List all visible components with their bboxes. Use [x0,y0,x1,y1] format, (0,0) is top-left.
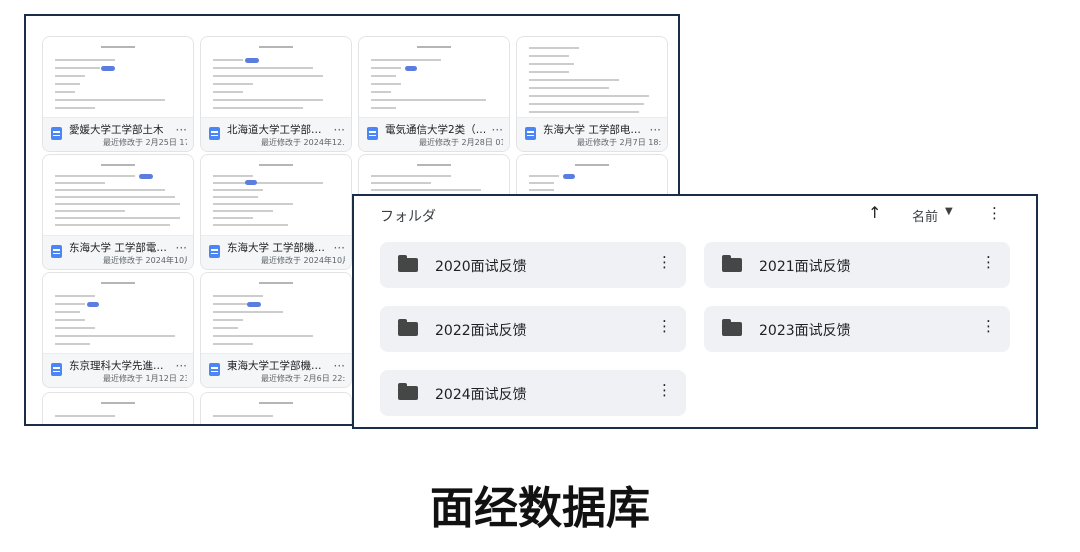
more-vert-icon[interactable]: ⋮ [657,317,672,335]
arrow-up-icon[interactable]: ↑ [868,203,881,222]
doc-preview [201,273,351,353]
doc-name: 东海大学 工学部機械... [227,242,331,254]
folder-name: 2021面试反馈 [759,259,851,275]
folder-icon [398,319,418,336]
more-vert-icon[interactable]: ··· [334,242,345,254]
doc-icon [51,363,62,376]
doc-modified: 最近修改于 2月25日 17... [69,137,187,148]
doc-card[interactable]: 东海大学 工学部機械... 最近修改于 2024年10月6日 ··· [200,154,352,270]
doc-name: 东海大学 工学部电气... [543,124,647,136]
more-vert-icon[interactable]: ⋮ [657,253,672,271]
caret-down-icon[interactable]: ▼ [945,206,953,217]
doc-modified: 最近修改于 2月28日 01... [385,137,503,148]
folder-name: 2024面试反馈 [435,387,527,403]
doc-preview [43,155,193,235]
doc-modified: 最近修改于 2月7日 18:43 [543,137,661,148]
folder-item[interactable]: 2024面试反馈 ⋮ [380,370,686,416]
more-vert-icon[interactable]: ··· [334,360,345,372]
doc-card[interactable] [42,392,194,424]
doc-preview [359,37,509,117]
doc-icon [209,363,220,376]
doc-preview [43,273,193,353]
doc-card[interactable]: 愛媛大学工学部土木 最近修改于 2月25日 17... ··· [42,36,194,152]
more-vert-icon[interactable]: ··· [492,124,503,136]
doc-info: 东京理科大学先進工学... 最近修改于 1月12日 23:... ··· [43,353,193,387]
doc-info: 东海大学 工学部电气... 最近修改于 2月7日 18:43 ··· [517,117,667,151]
doc-name: 電気通信大学2类（機... [385,124,489,136]
doc-card[interactable]: 東海大学工学部機械シ... 最近修改于 2月6日 22:15 ··· [200,272,352,388]
folder-item[interactable]: 2023面试反馈 ⋮ [704,306,1010,352]
more-vert-icon[interactable]: ··· [176,360,187,372]
folder-header: フォルダ ↑ 名前 ▼ ⋮ [354,196,1036,236]
doc-info: 东海大学 工学部電気... 最近修改于 2024年10月6日 ··· [43,235,193,269]
more-vert-icon[interactable]: ⋮ [657,381,672,399]
more-vert-icon[interactable]: ··· [176,242,187,254]
doc-modified: 最近修改于 2024年10月6日 [69,255,187,266]
folder-name: 2023面试反馈 [759,323,851,339]
doc-icon [367,127,378,140]
folder-icon [722,319,742,336]
doc-name: 东京理科大学先進工学... [69,360,173,372]
sort-label[interactable]: 名前 [912,206,938,225]
doc-preview [43,393,193,424]
doc-modified: 最近修改于 2024年10月6日 [227,255,345,266]
doc-icon [51,127,62,140]
doc-name: 東海大学工学部機械シ... [227,360,331,372]
folder-icon [722,255,742,272]
doc-info: 东海大学 工学部機械... 最近修改于 2024年10月6日 ··· [201,235,351,269]
folder-icon [398,255,418,272]
doc-preview [201,155,351,235]
folder-item[interactable]: 2020面试反馈 ⋮ [380,242,686,288]
doc-info: 愛媛大学工学部土木 最近修改于 2月25日 17... ··· [43,117,193,151]
doc-info: 東海大学工学部機械シ... 最近修改于 2月6日 22:15 ··· [201,353,351,387]
more-vert-icon[interactable]: ··· [334,124,345,136]
folder-item[interactable]: 2022面试反馈 ⋮ [380,306,686,352]
more-vert-icon[interactable]: ⋮ [987,204,1002,222]
page-caption: 面经数据库 [430,483,650,534]
doc-card[interactable]: 電気通信大学2类（機... 最近修改于 2月28日 01... ··· [358,36,510,152]
doc-icon [209,127,220,140]
doc-card[interactable]: 北海道大学工学部機械... 最近修改于 2024年12... ··· [200,36,352,152]
doc-preview [201,37,351,117]
doc-modified: 最近修改于 2月6日 22:15 [227,373,345,384]
folder-window: フォルダ ↑ 名前 ▼ ⋮ 2020面试反馈 ⋮ 2021面试反馈 ⋮ 2022… [352,194,1038,429]
doc-icon [525,127,536,140]
doc-name: 愛媛大学工学部土木 [69,124,164,136]
doc-preview [201,393,351,424]
folder-icon [398,383,418,400]
doc-info: 北海道大学工学部機械... 最近修改于 2024年12... ··· [201,117,351,151]
doc-preview [43,37,193,117]
folder-item[interactable]: 2021面试反馈 ⋮ [704,242,1010,288]
doc-modified: 最近修改于 1月12日 23:... [69,373,187,384]
doc-card[interactable]: 东海大学 工学部電気... 最近修改于 2024年10月6日 ··· [42,154,194,270]
more-vert-icon[interactable]: ⋮ [981,317,996,335]
doc-icon [209,245,220,258]
doc-info: 電気通信大学2类（機... 最近修改于 2月28日 01... ··· [359,117,509,151]
folder-name: 2022面试反馈 [435,323,527,339]
folder-name: 2020面试反馈 [435,259,527,275]
folder-heading: フォルダ [380,209,436,225]
doc-card[interactable]: 东海大学 工学部电气... 最近修改于 2月7日 18:43 ··· [516,36,668,152]
more-vert-icon[interactable]: ··· [650,124,661,136]
doc-card[interactable] [200,392,352,424]
more-vert-icon[interactable]: ⋮ [981,253,996,271]
doc-icon [51,245,62,258]
doc-preview [517,37,667,117]
doc-name: 东海大学 工学部電気... [69,242,173,254]
doc-modified: 最近修改于 2024年12... [227,137,345,148]
doc-card[interactable]: 东京理科大学先進工学... 最近修改于 1月12日 23:... ··· [42,272,194,388]
more-vert-icon[interactable]: ··· [176,124,187,136]
doc-name: 北海道大学工学部機械... [227,124,331,136]
